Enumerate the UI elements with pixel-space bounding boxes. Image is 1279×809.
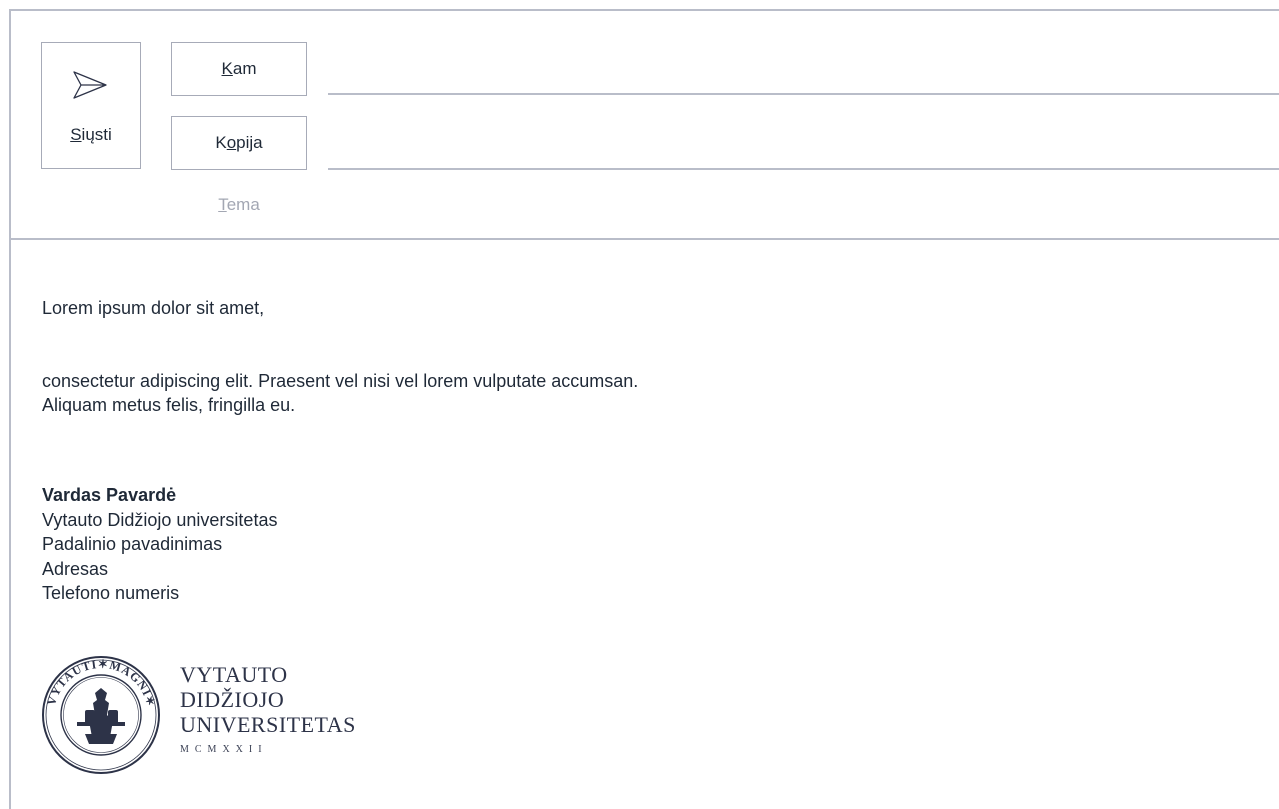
send-icon xyxy=(73,71,107,99)
cc-field[interactable] xyxy=(330,126,1269,168)
header-body-divider xyxy=(9,238,1279,240)
wordmark-year: MCMXXII xyxy=(180,744,268,755)
signature-name: Vardas Pavardė xyxy=(42,485,177,505)
wordmark-line: UNIVERSITETAS xyxy=(180,712,356,737)
subject-label: Tema xyxy=(218,195,260,214)
message-paragraph-line: consectetur adipiscing elit. Praesent ve… xyxy=(42,371,639,391)
message-greeting[interactable]: Lorem ipsum dolor sit amet, xyxy=(42,296,264,320)
cc-button[interactable]: Kopija xyxy=(171,116,307,170)
message-paragraph[interactable]: consectetur adipiscing elit. Praesent ve… xyxy=(42,369,942,417)
to-field-underline xyxy=(328,93,1279,95)
wordmark-line: DIDŽIOJO xyxy=(180,687,285,712)
signature-organization: Vytauto Didžiojo universitetas xyxy=(42,509,278,530)
subject-field[interactable] xyxy=(330,188,1269,230)
signature-block: Vardas Pavardė Vytauto Didžiojo universi… xyxy=(42,483,277,606)
signature-department: Padalinio pavadinimas xyxy=(42,534,223,554)
to-button[interactable]: Kam xyxy=(171,42,307,96)
university-seal-logo: VYTAUTI✶MAGNI✶ xyxy=(42,656,160,774)
signature-phone: Telefono numeris xyxy=(42,583,180,603)
signature-address: Adresas xyxy=(42,558,109,579)
wordmark-line: VYTAUTO xyxy=(180,662,288,687)
message-paragraph-line: Aliquam metus felis, fringilla eu. xyxy=(42,395,296,415)
to-field[interactable] xyxy=(330,52,1269,94)
send-button[interactable]: Siųsti xyxy=(41,42,141,169)
university-wordmark: VYTAUTO DIDŽIOJO UNIVERSITETAS MCMXXII xyxy=(180,662,356,755)
send-button-label: Siųsti xyxy=(70,125,112,144)
cc-field-underline xyxy=(328,168,1279,170)
